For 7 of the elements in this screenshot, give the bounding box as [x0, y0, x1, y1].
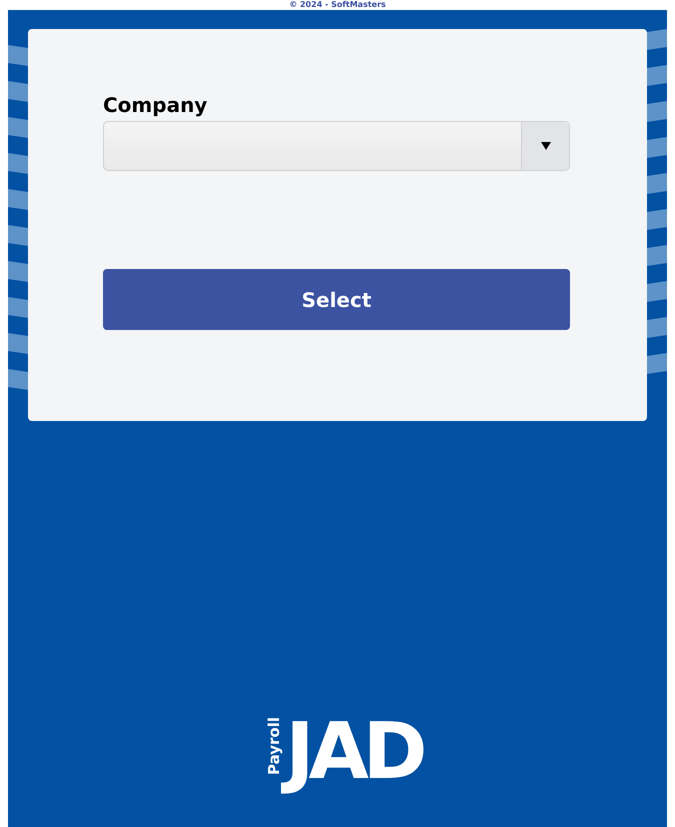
logo-caption: Payroll	[264, 716, 284, 775]
dropdown-button[interactable]	[521, 122, 569, 170]
copyright-text: © 2024 - SoftMasters	[289, 0, 386, 10]
field-label: Company	[103, 93, 208, 117]
select-button[interactable]: Select	[103, 269, 570, 330]
caret-icon	[540, 142, 550, 150]
company-dropdown[interactable]	[103, 121, 570, 171]
